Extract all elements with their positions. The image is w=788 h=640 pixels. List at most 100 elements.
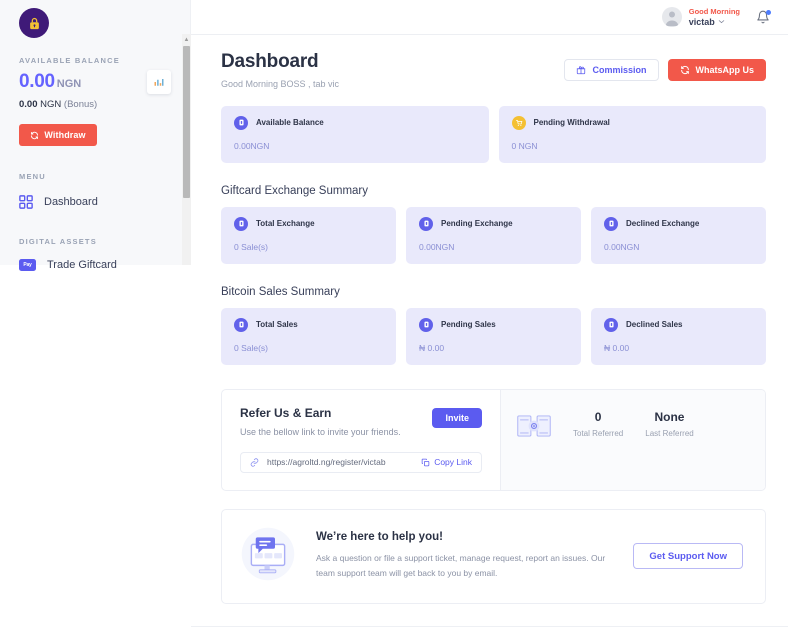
user-avatar-glyph [662, 7, 682, 27]
invite-button[interactable]: Invite [432, 408, 482, 428]
available-balance-label: AVAILABLE BALANCE [19, 56, 120, 65]
page-header: Dashboard Good Morning BOSS , tab vic Co… [221, 51, 766, 89]
greeting-text: Good Morning [689, 7, 740, 17]
stat-card-value: 0.00NGN [604, 242, 753, 252]
notification-bell-icon[interactable] [754, 8, 772, 26]
stat-card-header: Pending Withdrawal [512, 116, 754, 130]
stat-card-value: 0.00NGN [419, 242, 568, 252]
refresh-icon [680, 65, 690, 75]
stat-card-pending-exchange: Pending Exchange 0.00NGN [406, 207, 581, 264]
username-text: victab [689, 17, 740, 27]
sidebar-item-label: Dashboard [44, 196, 98, 208]
refer-left-panel: Refer Us & Earn Use the bellow link to i… [222, 390, 500, 490]
padlock-glyph [27, 16, 42, 31]
wallet-icon [234, 116, 248, 130]
balance-currency: NGN [57, 78, 81, 90]
header-actions: Commission WhatsApp Us [564, 51, 766, 81]
giftcard-summary-heading: Giftcard Exchange Summary [221, 185, 766, 197]
support-text-block: We’re here to help you! Ask a question o… [316, 531, 613, 581]
stat-card-value: 0 Sale(s) [234, 343, 383, 353]
bonus-currency: NGN [40, 99, 61, 110]
username-value: victab [689, 17, 715, 27]
stat-card-title: Total Exchange [256, 219, 315, 228]
get-support-button[interactable]: Get Support Now [633, 543, 743, 569]
wallet-icon [604, 318, 618, 332]
wallet-glyph [238, 220, 245, 227]
bonus-amount: 0.00 [19, 99, 38, 110]
last-referred-label: Last Referred [645, 429, 693, 438]
digital-assets-heading: DIGITAL ASSETS [19, 237, 171, 246]
stat-card-value: ₦ 0.00 [604, 343, 753, 353]
wallet-glyph [238, 119, 245, 126]
sidebar-item-trade-giftcard[interactable]: Pay Trade Giftcard [19, 259, 171, 271]
bonus-balance: 0.00 NGN (Bonus) [19, 99, 120, 110]
giftcard-summary-row: Total Exchange 0 Sale(s) Pending Exchang… [221, 207, 766, 264]
page-subtitle: Good Morning BOSS , tab vic [221, 79, 339, 89]
wallet-icon [604, 217, 618, 231]
wallet-glyph [423, 220, 430, 227]
available-balance-value: 0.00NGN [19, 71, 120, 93]
total-referred-stat: 0 Total Referred [573, 410, 623, 438]
support-body: Ask a question or file a support ticket,… [316, 551, 613, 581]
padlock-icon[interactable] [19, 8, 49, 38]
user-text-block: Good Morning victab [689, 7, 740, 27]
stat-card-total-exchange: Total Exchange 0 Sale(s) [221, 207, 396, 264]
scroll-up-arrow-icon[interactable]: ▲ [183, 35, 190, 44]
monitor-chat-icon [240, 526, 296, 587]
stat-card-header: Declined Sales [604, 318, 753, 332]
commission-button[interactable]: Commission [564, 59, 658, 81]
bitcoin-summary-row: Total Sales 0 Sale(s) Pending Sales ₦ 0.… [221, 308, 766, 365]
wallet-icon [234, 217, 248, 231]
cart-glyph [515, 119, 523, 127]
stat-card-total-sales: Total Sales 0 Sale(s) [221, 308, 396, 365]
page-title-block: Dashboard Good Morning BOSS , tab vic [221, 51, 339, 89]
grid-icon [19, 195, 33, 209]
stat-card-title: Available Balance [256, 118, 324, 127]
refer-title: Refer Us & Earn [240, 406, 401, 420]
page-title: Dashboard [221, 51, 339, 73]
sidebar: AVAILABLE BALANCE 0.00NGN 0.00 NGN (Bonu… [0, 0, 191, 265]
monitor-chat-glyph [240, 526, 296, 582]
total-referred-label: Total Referred [573, 429, 623, 438]
refer-stats-panel: 0 Total Referred None Last Referred [500, 390, 765, 490]
user-menu[interactable]: Good Morning victab [662, 7, 740, 27]
copy-link-button[interactable]: Copy Link [421, 457, 472, 467]
withdraw-button[interactable]: Withdraw [19, 124, 97, 146]
balance-section: AVAILABLE BALANCE 0.00NGN 0.00 NGN (Bonu… [0, 56, 190, 271]
bar-chart-icon[interactable] [147, 70, 171, 94]
stat-card-header: Pending Sales [419, 318, 568, 332]
sidebar-scrollbar-thumb[interactable] [183, 46, 190, 198]
commission-label: Commission [592, 65, 646, 75]
bar-chart-glyph [153, 76, 165, 88]
giftcard-icon: Pay [19, 259, 36, 271]
stat-card-header: Available Balance [234, 116, 476, 130]
stat-card-title: Declined Exchange [626, 219, 699, 228]
refer-text-block: Refer Us & Earn Use the bellow link to i… [240, 406, 401, 437]
devices-referral-glyph [517, 412, 551, 440]
refer-header: Refer Us & Earn Use the bellow link to i… [240, 406, 482, 437]
total-referred-value: 0 [573, 410, 623, 424]
refresh-icon [30, 131, 39, 140]
withdraw-label: Withdraw [44, 130, 85, 140]
whatsapp-button[interactable]: WhatsApp Us [668, 59, 767, 81]
sidebar-item-label: Trade Giftcard [47, 259, 117, 271]
referral-link-field[interactable]: https://agroltd.ng/register/victab Copy … [240, 452, 482, 473]
logo-wrapper[interactable] [0, 0, 190, 38]
footer: © 2022 [191, 626, 788, 640]
sidebar-item-dashboard[interactable]: Dashboard [19, 195, 171, 209]
support-title: We’re here to help you! [316, 531, 613, 543]
support-card: We’re here to help you! Ask a question o… [221, 509, 766, 604]
link-icon [250, 458, 259, 467]
gift-icon [576, 65, 586, 75]
stat-card-available-balance: Available Balance 0.00NGN [221, 106, 489, 163]
refer-subtitle: Use the bellow link to invite your frien… [240, 427, 401, 437]
topbar: Good Morning victab [191, 0, 788, 35]
stat-card-header: Declined Exchange [604, 217, 753, 231]
wallet-icon [419, 318, 433, 332]
wallet-glyph [608, 321, 615, 328]
last-referred-value: None [645, 410, 693, 424]
referral-link-text: https://agroltd.ng/register/victab [267, 457, 413, 467]
wallet-icon [419, 217, 433, 231]
page-content: Dashboard Good Morning BOSS , tab vic Co… [191, 35, 788, 640]
avatar [662, 7, 682, 27]
